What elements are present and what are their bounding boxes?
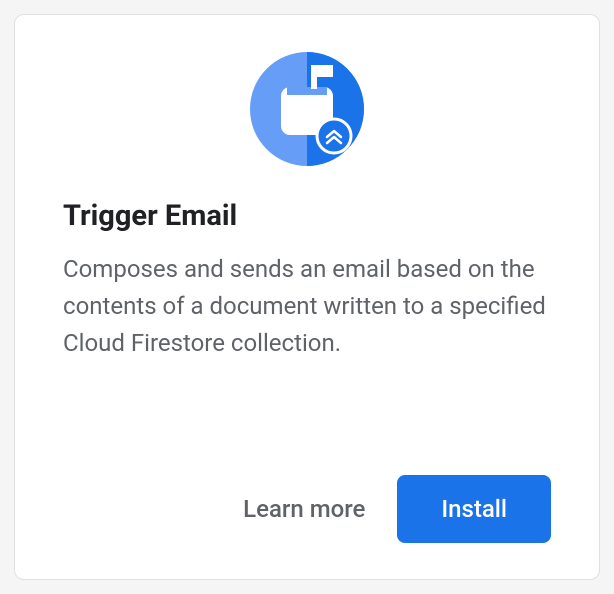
learn-more-button[interactable]: Learn more	[243, 495, 365, 523]
mailbox-firebase-icon	[249, 51, 365, 171]
card-title: Trigger Email	[63, 199, 551, 233]
card-description: Composes and sends an email based on the…	[63, 251, 551, 363]
card-actions: Learn more Install	[63, 475, 551, 543]
extension-card: Trigger Email Composes and sends an emai…	[14, 14, 600, 580]
card-content: Trigger Email Composes and sends an emai…	[63, 199, 551, 455]
install-button[interactable]: Install	[397, 475, 551, 543]
card-icon-wrap	[63, 51, 551, 171]
